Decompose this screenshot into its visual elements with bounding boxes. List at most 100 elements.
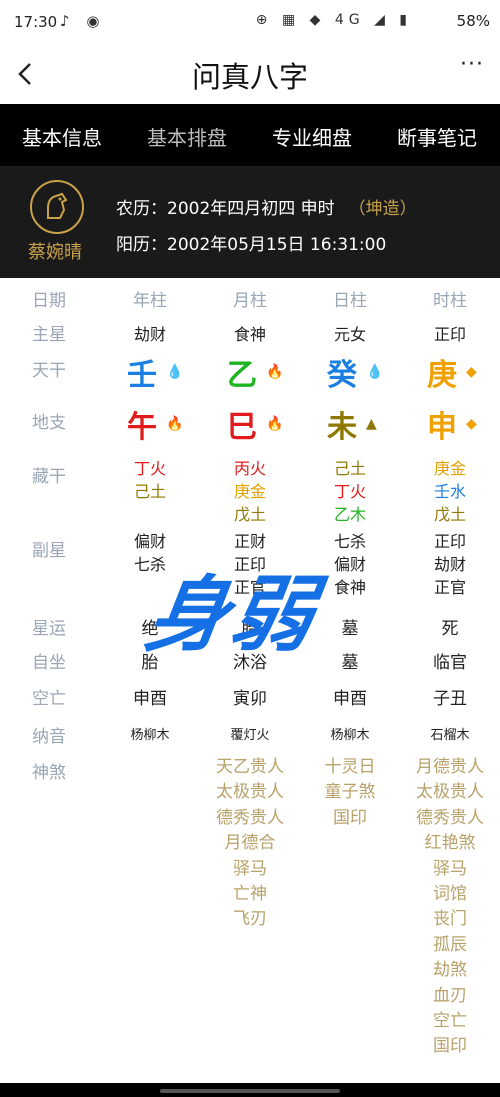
shensha-month: 驿马 xyxy=(233,858,267,879)
canggan-year: 丁火 xyxy=(133,459,166,478)
zizuo-hour: 临官 xyxy=(433,653,467,673)
tab-basic-info[interactable]: 基本信息 xyxy=(22,122,102,151)
home-indicator[interactable] xyxy=(160,1089,340,1093)
row-label-nayin: 纳音 xyxy=(32,727,66,747)
main-star-month: 食神 xyxy=(233,325,266,344)
status-time: 17:30 xyxy=(14,13,58,31)
row-label-fuxing: 副星 xyxy=(32,541,66,561)
element-icon: 🔥 xyxy=(266,416,284,432)
canggan-month: 庚金 xyxy=(233,482,266,501)
canggan-day: 丁火 xyxy=(333,482,366,501)
row-label-shensha: 神煞 xyxy=(32,763,66,783)
shensha-hour: 空亡 xyxy=(433,1011,467,1031)
profile-header: 蔡婉晴 农历：2002年四月初四 申时 （坤造） 阳历：2002年05月15日 1… xyxy=(0,166,500,278)
fuxing-hour: 劫财 xyxy=(433,555,466,574)
tiangan-hour: 庚 xyxy=(427,358,457,393)
chevron-left-icon xyxy=(18,63,31,85)
row-label-canggan: 藏干 xyxy=(32,467,66,487)
row-label-dizhi: 地支 xyxy=(32,413,66,433)
shensha-day: 十灵日 xyxy=(324,757,376,777)
shensha-hour: 红艳煞 xyxy=(424,833,476,854)
main-star-day: 元女 xyxy=(333,325,366,344)
strength-watermark: 身弱 xyxy=(140,568,322,663)
main-star-year: 劫财 xyxy=(133,325,166,344)
shensha-month: 天乙贵人 xyxy=(216,757,284,777)
xingyun-hour: 死 xyxy=(441,619,459,639)
canggan-hour: 庚金 xyxy=(433,459,466,478)
canggan-day: 乙木 xyxy=(333,505,366,524)
row-label-tiangan: 天干 xyxy=(32,361,66,381)
nayin-month: 覆灯火 xyxy=(230,728,270,743)
col-header-year: 年柱 xyxy=(133,291,167,311)
kongwang-hour: 子丑 xyxy=(433,689,467,709)
shensha-hour: 月德贵人 xyxy=(416,757,484,777)
gender-label: （坤造） xyxy=(348,199,417,219)
shensha-month: 太极贵人 xyxy=(216,782,284,803)
row-label-kongwang: 空亡 xyxy=(32,689,66,709)
canggan-hour: 壬水 xyxy=(433,482,466,501)
tab-pro-chart[interactable]: 专业细盘 xyxy=(272,122,352,151)
lunar-date-text: 农历：2002年四月初四 申时 xyxy=(116,199,335,219)
tab-notes[interactable]: 断事笔记 xyxy=(397,122,477,151)
nayin-hour: 石榴木 xyxy=(430,728,470,743)
shensha-hour: 驿马 xyxy=(433,858,467,879)
shensha-day: 童子煞 xyxy=(324,782,376,803)
canggan-hour: 戊土 xyxy=(433,505,466,524)
shensha-month: 亡神 xyxy=(233,884,267,904)
dizhi-day: 未 xyxy=(327,410,357,445)
status-app-icons: ♪ ◉ xyxy=(60,12,106,30)
status-bar: 17:30 ♪ ◉ ⊕ ▦ ◆ 4G ◢ ▮ 58% xyxy=(0,0,500,46)
fuxing-hour: 正印 xyxy=(433,532,466,551)
status-system-icons: ⊕ ▦ ◆ 4G ◢ ▮ xyxy=(255,12,412,28)
solar-date: 阳历：2002年05月15日 16:31:00 xyxy=(116,235,387,255)
kongwang-year: 申酉 xyxy=(133,689,167,709)
element-icon: 🔥 xyxy=(166,416,184,432)
avatar xyxy=(30,180,84,234)
shensha-month: 月德合 xyxy=(224,833,276,854)
canggan-year: 己土 xyxy=(133,482,166,501)
xingyun-day: 墓 xyxy=(341,619,359,639)
canggan-month: 戊土 xyxy=(233,505,266,524)
shensha-hour: 血刃 xyxy=(433,985,467,1006)
kongwang-day: 申酉 xyxy=(333,689,367,709)
shensha-hour: 丧门 xyxy=(433,909,467,930)
row-label-main-star: 主星 xyxy=(32,325,66,345)
row-label-date: 日期 xyxy=(32,291,66,311)
shensha-month: 德秀贵人 xyxy=(216,807,284,828)
page-title: 问真八字 xyxy=(191,60,308,94)
shensha-hour: 孤辰 xyxy=(433,934,467,955)
shensha-hour: 国印 xyxy=(433,1036,467,1057)
element-icon: 💧 xyxy=(366,364,384,380)
row-label-zizuo: 自坐 xyxy=(32,653,66,673)
shensha-hour: 德秀贵人 xyxy=(416,807,484,828)
element-icon: ▲ xyxy=(366,416,377,432)
tab-basic-chart[interactable]: 基本排盘 xyxy=(147,122,227,151)
zodiac-horse-icon xyxy=(47,192,68,219)
shensha-hour: 太极贵人 xyxy=(416,782,484,803)
zizuo-day: 墓 xyxy=(341,653,359,673)
shensha-month: 飞刃 xyxy=(233,909,267,930)
more-menu-button[interactable]: ··· xyxy=(460,52,484,77)
tab-bar: 基本信息 基本排盘 专业细盘 断事笔记 xyxy=(0,104,500,166)
shensha-day: 国印 xyxy=(333,807,367,828)
fuxing-hour: 正官 xyxy=(433,578,466,597)
kongwang-month: 寅卯 xyxy=(233,689,267,709)
element-icon: 💧 xyxy=(166,364,184,380)
row-label-xingyun: 星运 xyxy=(32,619,66,639)
canggan-month: 丙火 xyxy=(233,459,266,478)
back-button[interactable] xyxy=(14,56,44,92)
dizhi-hour: 申 xyxy=(427,410,457,445)
battery-level: 58% xyxy=(456,12,490,30)
element-icon: ◆ xyxy=(466,416,477,432)
nav-bar: 问真八字 ··· xyxy=(0,46,500,104)
shensha-hour: 劫煞 xyxy=(433,960,467,981)
shensha-hour: 词馆 xyxy=(433,884,467,904)
col-header-hour: 时柱 xyxy=(433,291,467,311)
nayin-day: 杨柳木 xyxy=(330,728,370,743)
main-star-hour: 正印 xyxy=(433,325,466,344)
nayin-year: 杨柳木 xyxy=(130,728,170,743)
lunar-date: 农历：2002年四月初四 申时 （坤造） xyxy=(116,194,417,219)
col-header-day: 日柱 xyxy=(333,291,367,311)
col-header-month: 月柱 xyxy=(233,291,267,311)
element-icon: ◆ xyxy=(466,364,477,380)
